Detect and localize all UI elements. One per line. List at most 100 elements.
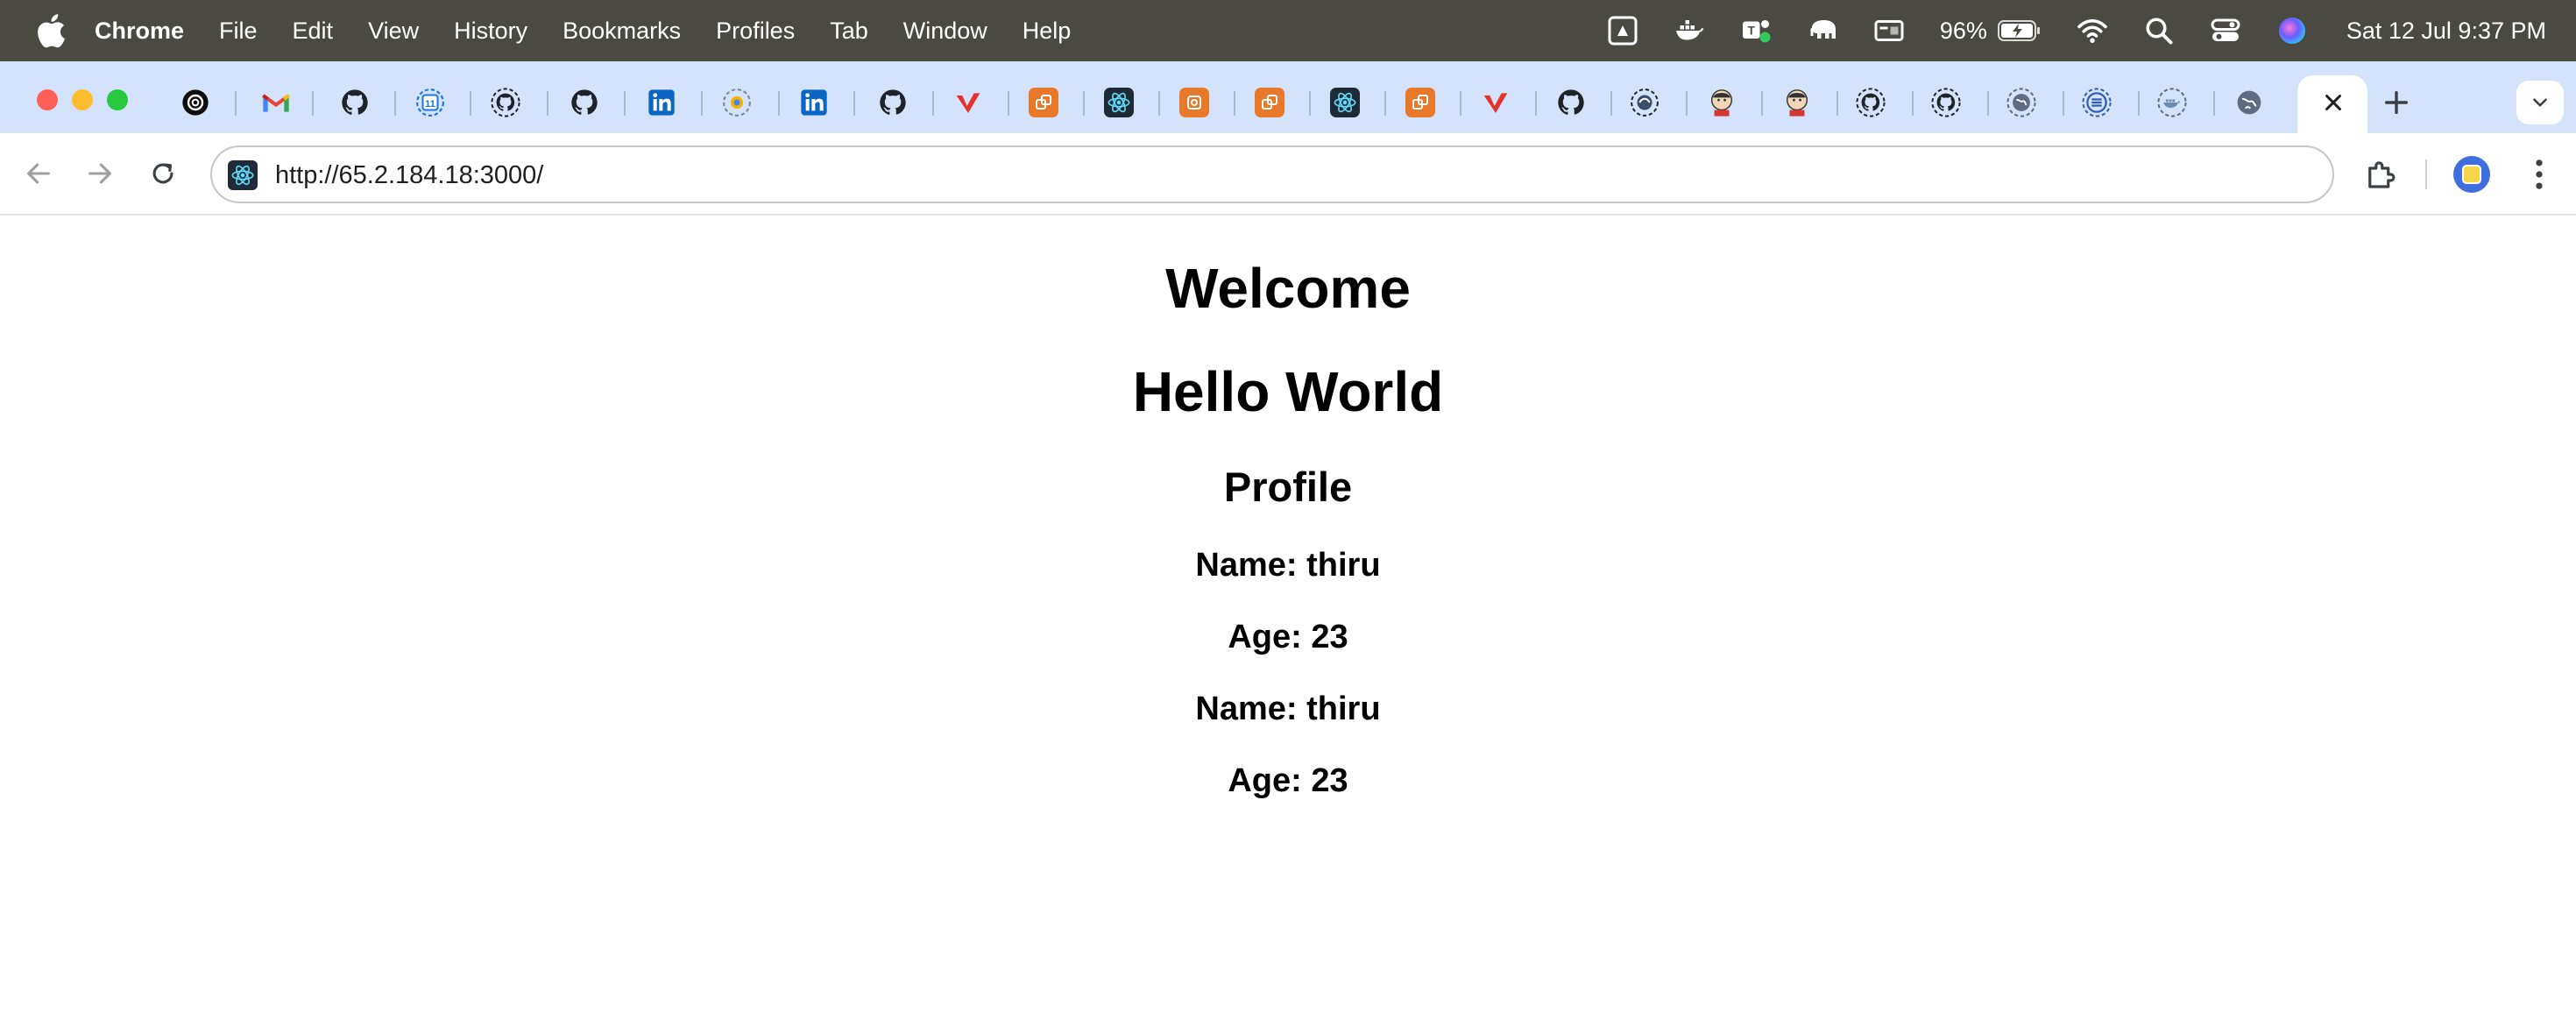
globe-icon[interactable] xyxy=(2234,88,2264,117)
arrow-left-icon xyxy=(27,163,50,184)
gmail-icon[interactable] xyxy=(261,88,291,117)
arrow-right-icon xyxy=(88,163,111,184)
tab-separator xyxy=(2213,91,2215,116)
back-button[interactable] xyxy=(21,156,56,191)
avatar[interactable] xyxy=(2453,156,2490,193)
apple-logo-icon[interactable] xyxy=(33,11,67,50)
window-zoom-button[interactable] xyxy=(107,89,128,110)
menu-profiles[interactable]: Profiles xyxy=(716,18,795,45)
profile-heading: Profile xyxy=(1223,464,1353,510)
profile-name: Name: thiru xyxy=(1195,691,1381,727)
github-icon[interactable] xyxy=(1856,88,1886,117)
tab-separator xyxy=(2063,91,2064,116)
elephant-icon[interactable] xyxy=(1807,15,1838,46)
aws-icon[interactable] xyxy=(1405,88,1435,117)
tab-separator xyxy=(932,91,934,116)
tab-separator xyxy=(235,91,237,116)
menu-history[interactable]: History xyxy=(454,18,527,45)
github-icon[interactable] xyxy=(570,88,599,117)
tab-separator xyxy=(1384,91,1386,116)
react-icon[interactable] xyxy=(228,160,258,190)
reload-button[interactable] xyxy=(145,156,180,191)
menu-bar-clock[interactable]: Sat 12 Jul 9:37 PM xyxy=(2346,18,2546,45)
menu-bar-status-area: T 96% Sat 12 Jul 9:37 PM xyxy=(1572,0,2546,61)
kebab-menu-icon[interactable] xyxy=(2522,154,2557,195)
puzzle-icon[interactable] xyxy=(2362,156,2399,193)
openai-icon[interactable] xyxy=(180,88,210,117)
window-minimize-button[interactable] xyxy=(72,89,93,110)
loading-icon[interactable] xyxy=(722,88,752,117)
loading-icon[interactable] xyxy=(1630,88,1660,117)
chevron-down-icon xyxy=(2533,98,2547,107)
screen-icon[interactable] xyxy=(1873,15,1905,46)
tab-separator xyxy=(1761,91,1763,116)
menu-window[interactable]: Window xyxy=(903,18,987,45)
react-icon[interactable] xyxy=(1104,88,1134,117)
browser-toolbar: http://65.2.184.18:3000/ xyxy=(0,133,2576,216)
close-icon[interactable] xyxy=(2320,89,2346,116)
globe-icon[interactable] xyxy=(2006,88,2036,117)
menu-edit[interactable]: Edit xyxy=(293,18,334,45)
google-drive-icon[interactable] xyxy=(1607,15,1638,46)
tab-strip: 11 xyxy=(0,61,2576,133)
menu-help[interactable]: Help xyxy=(1023,18,1072,45)
hello-heading: Hello World xyxy=(1132,360,1444,423)
tab-separator xyxy=(1836,91,1838,116)
menu-view[interactable]: View xyxy=(368,18,419,45)
control-center-icon[interactable] xyxy=(2210,15,2241,46)
svg-text:T: T xyxy=(1747,25,1755,38)
list-icon[interactable] xyxy=(2082,88,2112,117)
tab-separator xyxy=(1610,91,1612,116)
siri-icon[interactable] xyxy=(2276,15,2308,46)
docker-icon[interactable] xyxy=(2157,88,2187,117)
tab-separator xyxy=(1535,91,1537,116)
tab-search-button[interactable] xyxy=(2516,81,2564,124)
tab-separator xyxy=(1309,91,1311,116)
forward-button[interactable] xyxy=(82,156,117,191)
github-icon[interactable] xyxy=(878,88,908,117)
tab-separator xyxy=(701,91,703,116)
vercel-icon[interactable] xyxy=(953,88,983,117)
react-icon[interactable] xyxy=(1330,88,1360,117)
page-title: Welcome xyxy=(1165,257,1411,320)
calendar-icon[interactable]: 11 xyxy=(415,88,445,117)
tab-separator xyxy=(394,91,396,116)
plus-icon[interactable] xyxy=(2381,88,2411,117)
reload-icon xyxy=(152,163,173,184)
app-menu-chrome[interactable]: Chrome xyxy=(95,18,184,45)
github-icon[interactable] xyxy=(491,88,520,117)
menu-tab[interactable]: Tab xyxy=(830,18,868,45)
aws-icon[interactable] xyxy=(1255,88,1284,117)
window-close-button[interactable] xyxy=(37,89,58,110)
spotlight-search-icon[interactable] xyxy=(2143,15,2175,46)
url-text[interactable]: http://65.2.184.18:3000/ xyxy=(275,161,543,190)
profile-age: Age: 23 xyxy=(1228,762,1348,799)
teams-icon[interactable]: T xyxy=(1740,15,1772,46)
menu-file[interactable]: File xyxy=(219,18,258,45)
docker-icon[interactable] xyxy=(1674,15,1705,46)
vercel-icon[interactable] xyxy=(1481,88,1511,117)
github-icon[interactable] xyxy=(1556,88,1586,117)
toolbar-divider xyxy=(2425,159,2427,189)
tab-separator xyxy=(1987,91,1989,116)
jenkins-icon[interactable] xyxy=(1782,88,1812,117)
github-icon[interactable] xyxy=(340,88,370,117)
battery-charging-icon[interactable] xyxy=(1997,19,2042,42)
tab-separator xyxy=(1686,91,1688,116)
profile-age: Age: 23 xyxy=(1228,619,1348,655)
tab-separator xyxy=(547,91,548,116)
tab-separator xyxy=(1008,91,1009,116)
aws-icon[interactable] xyxy=(1029,88,1058,117)
jenkins-icon[interactable] xyxy=(1707,88,1737,117)
tab-separator xyxy=(1460,91,1461,116)
menu-bookmarks[interactable]: Bookmarks xyxy=(563,18,681,45)
tab-separator xyxy=(853,91,855,116)
page-content: Welcome Hello World Profile Name: thiru … xyxy=(0,217,2576,1034)
linkedin-icon[interactable] xyxy=(647,88,676,117)
aws-icon[interactable] xyxy=(1179,88,1209,117)
linkedin-icon[interactable] xyxy=(799,88,829,117)
wifi-icon[interactable] xyxy=(2077,15,2108,46)
svg-text:11: 11 xyxy=(425,99,435,110)
github-icon[interactable] xyxy=(1931,88,1961,117)
address-bar[interactable]: http://65.2.184.18:3000/ xyxy=(210,145,2334,203)
